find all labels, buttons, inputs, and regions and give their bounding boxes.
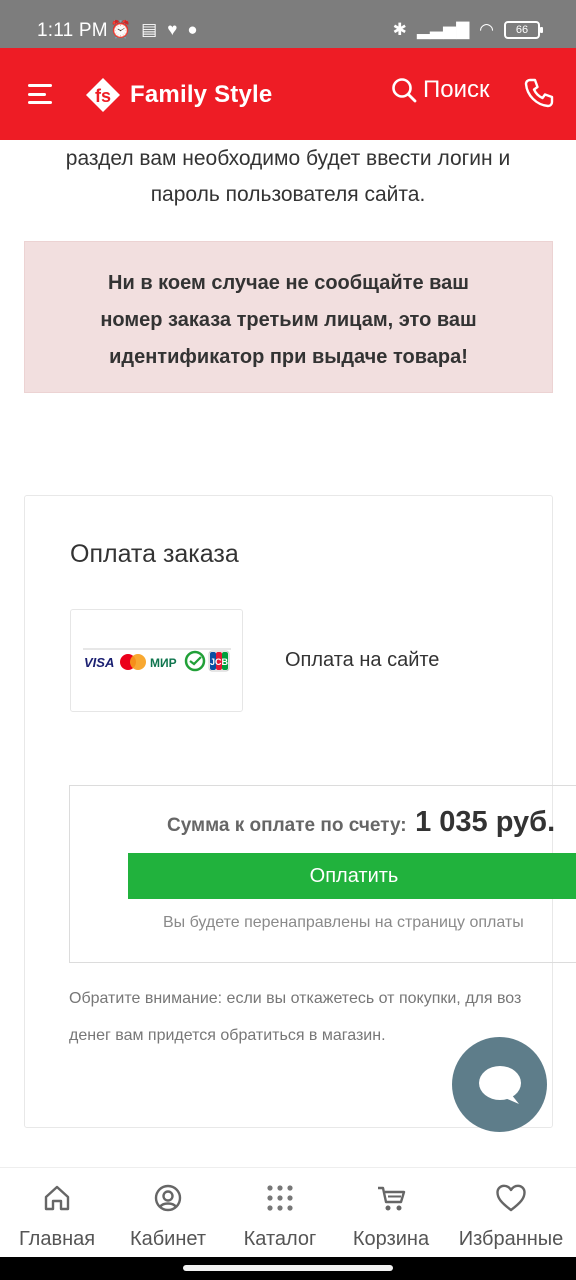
payment-method-logo[interactable]: VISA МИР JCB bbox=[70, 609, 243, 712]
heart-notification-icon: ♥ bbox=[167, 20, 178, 39]
status-notification-icons: ⏰ ▤ ♥ ● bbox=[110, 20, 198, 40]
search-label: Поиск bbox=[423, 76, 490, 103]
battery-icon: 66 bbox=[504, 21, 543, 39]
visa-logo: VISA bbox=[84, 655, 114, 670]
cart-icon bbox=[378, 1186, 406, 1211]
sberpay-logo bbox=[184, 650, 205, 671]
nav-label-favorites: Избранные bbox=[458, 1228, 564, 1250]
nav-item-catalog[interactable]: Каталог bbox=[238, 1182, 322, 1251]
total-label: Сумма к оплате по счету: bbox=[167, 815, 407, 836]
user-icon bbox=[154, 1184, 182, 1212]
mir-logo: МИР bbox=[150, 656, 177, 670]
phone-icon[interactable] bbox=[522, 76, 556, 110]
nav-label-cabinet: Кабинет bbox=[129, 1228, 207, 1250]
message-icon: ▤ bbox=[141, 20, 158, 39]
nav-label-catalog: Каталог bbox=[243, 1228, 317, 1250]
payment-systems-logos: VISA МИР JCB bbox=[82, 648, 231, 671]
nav-item-cart[interactable]: Корзина bbox=[346, 1182, 436, 1251]
nav-label-home: Главная bbox=[18, 1228, 96, 1250]
brand-name[interactable]: Family Style bbox=[130, 81, 272, 109]
total-value: 1 035 руб. bbox=[415, 806, 556, 838]
nav-label-cart: Корзина bbox=[352, 1228, 430, 1250]
brand-logo[interactable]: fs bbox=[84, 76, 122, 114]
system-gesture-bar bbox=[0, 1257, 576, 1280]
alarm-off-icon: ⏰ bbox=[110, 20, 132, 39]
grid-icon bbox=[267, 1185, 293, 1211]
redirect-note: Вы будете перенаправлены на страницу опл… bbox=[163, 914, 524, 931]
nav-item-home[interactable]: Главная bbox=[16, 1182, 98, 1251]
intro-text: раздел вам необходимо будет ввести логин… bbox=[0, 141, 576, 213]
alert-line-3: идентификатор при выдаче товара! bbox=[109, 346, 468, 368]
payment-title: Оплата заказа bbox=[70, 540, 239, 568]
nav-item-cabinet[interactable]: Кабинет bbox=[124, 1182, 212, 1251]
status-system-icons: ✱ ▂▃▅▇ ◠ 66 bbox=[392, 20, 543, 40]
home-icon bbox=[44, 1185, 70, 1211]
heart-icon bbox=[496, 1184, 526, 1212]
security-alert: Ни в коем случае не сообщайте ваш номер … bbox=[24, 241, 553, 393]
svg-text:fs: fs bbox=[95, 86, 111, 106]
chat-button[interactable] bbox=[452, 1037, 547, 1132]
app-header: fs Family Style Поиск bbox=[0, 48, 576, 140]
total-line: Сумма к оплате по счету: 1 035 руб. bbox=[167, 806, 555, 839]
intro-line-1: раздел вам необходимо будет ввести логин… bbox=[65, 147, 511, 170]
home-gesture-handle[interactable] bbox=[183, 1265, 393, 1271]
svg-text:JCB: JCB bbox=[209, 657, 228, 667]
wifi-icon: ◠ bbox=[479, 20, 494, 39]
status-bar: 1:11 PM ⏰ ▤ ♥ ● ✱ ▂▃▅▇ ◠ 66 bbox=[0, 0, 576, 48]
payment-method-label[interactable]: Оплата на сайте bbox=[285, 649, 439, 672]
signal-icon: ▂▃▅▇ bbox=[416, 20, 470, 39]
alert-line-2: номер заказа третьим лицам, это ваш bbox=[100, 309, 477, 331]
menu-icon[interactable] bbox=[28, 84, 54, 104]
bottom-navigation: Главная Кабинет Каталог Корзина Избранны… bbox=[0, 1167, 576, 1257]
alert-line-1: Ни в коем случае не сообщайте ваш bbox=[108, 272, 469, 294]
bluetooth-icon: ✱ bbox=[392, 20, 407, 39]
nav-item-favorites[interactable]: Избранные bbox=[451, 1182, 571, 1251]
intro-line-2: пароль пользователя сайта. bbox=[150, 183, 426, 206]
notice-line-1: Обратите внимание: если вы откажетесь от… bbox=[69, 990, 522, 1007]
payment-total-box: Сумма к оплате по счету: 1 035 руб. Опла… bbox=[69, 785, 576, 963]
app-notification-icon: ● bbox=[187, 20, 198, 39]
search-icon bbox=[392, 78, 417, 103]
pay-button[interactable]: Оплатить bbox=[128, 853, 576, 899]
search-button[interactable]: Поиск bbox=[391, 76, 490, 104]
status-time: 1:11 PM bbox=[37, 20, 108, 41]
chat-bubble-icon bbox=[478, 1065, 521, 1104]
